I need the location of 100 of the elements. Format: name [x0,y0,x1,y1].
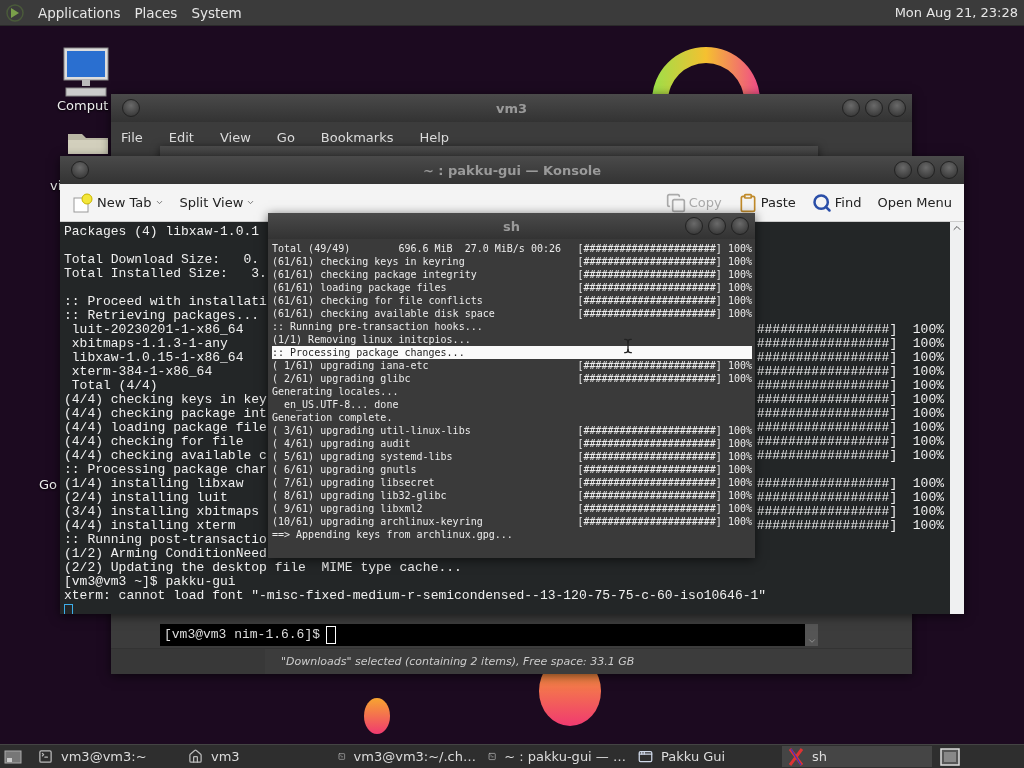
menu-item[interactable]: Go [276,130,295,145]
window-button[interactable] [888,99,906,117]
window-button[interactable] [685,217,703,235]
copy-icon [665,192,686,213]
window-title: vm3 [495,100,528,116]
window-button[interactable] [731,217,749,235]
progress-text: #################] 100% [756,379,944,393]
taskbar-item[interactable]: vm3 [182,746,332,767]
show-desktop-icon[interactable] [4,748,22,765]
window-button[interactable] [894,161,912,179]
terminal-line: ==> Appending keys from archlinux.gpg... [272,528,513,541]
workspace-icon[interactable] [940,747,960,766]
window-button[interactable] [708,217,726,235]
window-button[interactable] [865,99,883,117]
terminal-line: (4/4) loading package file [64,421,267,435]
terminal-line: ( 3/61) upgrading util-linux-libs [272,424,471,437]
menu-item[interactable]: Bookmarks [320,130,394,145]
terminal-line: (4/4) installing xterm [64,519,236,533]
ellipse-drawing [364,698,390,734]
terminal-icon [38,749,53,764]
terminal-line: (4/4) checking for file [64,435,244,449]
progress-text: [######################] 100% [577,372,752,385]
taskbar-item[interactable]: vm3@vm3:~ [32,746,182,767]
progress-text: [######################] 100% [577,450,752,463]
taskbar-item[interactable]: Pakku Gui [632,746,782,767]
terminal-line: (3/4) installing xbitmaps [64,505,260,519]
taskbar-item[interactable]: vm3@vm3:~/.ch… [332,746,482,767]
menu-item[interactable]: Edit [168,130,194,145]
terminal-line: ( 9/61) upgrading libxml2 [272,502,423,515]
scroll-bar[interactable] [950,222,964,614]
terminal-line: Total Installed Size: 3. [64,267,267,281]
terminal-line: :: Retrieving packages... [64,309,260,323]
panel-menu[interactable]: Applications [38,4,121,21]
progress-text: [######################] 100% [577,281,752,294]
terminal-line: :: Running pre-transaction hooks... [272,320,483,333]
terminal-line: [vm3@vm3 ~]$ pakku-gui [64,575,236,589]
terminal-line: (4/4) checking keys in key [64,393,267,407]
progress-text: [######################] 100% [577,307,752,320]
window-button[interactable] [917,161,935,179]
window-button[interactable] [842,99,860,117]
progress-text: [######################] 100% [577,255,752,268]
terminal-line: ( 2/61) upgrading glibc [272,372,411,385]
shell-prompt: [vm3@vm3 nim-1.6.6]$ [164,627,321,642]
desktop-icon-label[interactable]: Comput [57,98,109,113]
progress-text: [######################] 100% [577,437,752,450]
terminal-cursor [326,625,337,644]
window-button[interactable] [71,161,89,179]
x-logo-icon [788,747,804,766]
caret-icon [154,198,164,207]
toolbar-button[interactable]: Find [805,190,868,215]
progress-text: #################] 100% [756,393,944,407]
desktop-icon-label[interactable]: vi [50,178,62,193]
progress-text: [######################] 100% [577,502,752,515]
toolbar-button[interactable]: Open Menu [871,193,958,212]
scroll-bar[interactable] [805,623,818,646]
terminal-line: ( 1/61) upgrading iana-etc [272,359,429,372]
terminal-line: :: Running post-transactio [64,533,267,547]
clock[interactable]: Mon Aug 21, 23:28 [894,5,1018,20]
taskbar-item[interactable]: ~ : pakku-gui — … [482,746,632,767]
desktop-icon-label[interactable]: Go [39,477,58,492]
new-tab-icon [72,191,94,214]
ellipse-drawing [539,674,601,726]
panel-menu[interactable]: System [191,4,242,21]
terminal-line: :: Processing package char [64,463,267,477]
terminal-line: (10/61) upgrading archlinux-keyring [272,515,483,528]
progress-text: [######################] 100% [577,515,752,528]
toolbar-button[interactable]: New Tab [66,189,170,216]
computer-icon[interactable] [62,46,110,98]
taskbar-item[interactable]: sh [782,746,932,767]
menu-item[interactable]: File [121,130,143,145]
toolbar-button[interactable]: Paste [731,190,802,215]
terminal-line: Generation complete. [272,411,393,424]
terminal-line: (2/4) installing luit [64,491,228,505]
progress-text: #################] 100% [756,505,944,519]
progress-text: #################] 100% [756,477,944,491]
terminal-line: en_US.UTF-8... done [283,398,399,411]
terminal-line: (4/4) checking available c [64,449,267,463]
terminal-line: (2/2) Updating the desktop file MIME type cache... [64,561,462,575]
terminal-line: luit-20230201-1-x86_64 [70,323,244,337]
window-button[interactable] [940,161,958,179]
panel-menu[interactable]: Places [134,4,178,21]
terminal-panel[interactable]: [vm3@vm3 nim-1.6.6]$ [160,623,805,646]
progress-text: [######################] 100% [577,476,752,489]
window-button[interactable] [122,99,140,117]
terminal-line: ( 7/61) upgrading libsecret [272,476,435,489]
terminal-line: ( 5/61) upgrading systemd-libs [272,450,453,463]
terminal-line: (61/61) loading package files [272,281,447,294]
progress-text: #################] 100% [756,491,944,505]
terminal-line: (4/4) checking package int [64,407,267,421]
progress-text: #################] 100% [756,365,944,379]
progress-text: #################] 100% [756,323,944,337]
menu-item[interactable]: View [219,130,251,145]
caret-icon [246,198,256,207]
terminal-line: (61/61) checking package integrity [272,268,477,281]
play-logo-icon[interactable] [6,3,24,22]
toolbar-button[interactable]: Split View [173,193,262,212]
terminal-line: (61/61) checking available disk space [272,307,495,320]
menu-item[interactable]: Help [419,130,450,145]
status-text: "Downloads" selected (containing 2 items), Free space: 33.1 GB [280,654,635,670]
terminal-line: :: Processing package changes... [272,346,465,359]
